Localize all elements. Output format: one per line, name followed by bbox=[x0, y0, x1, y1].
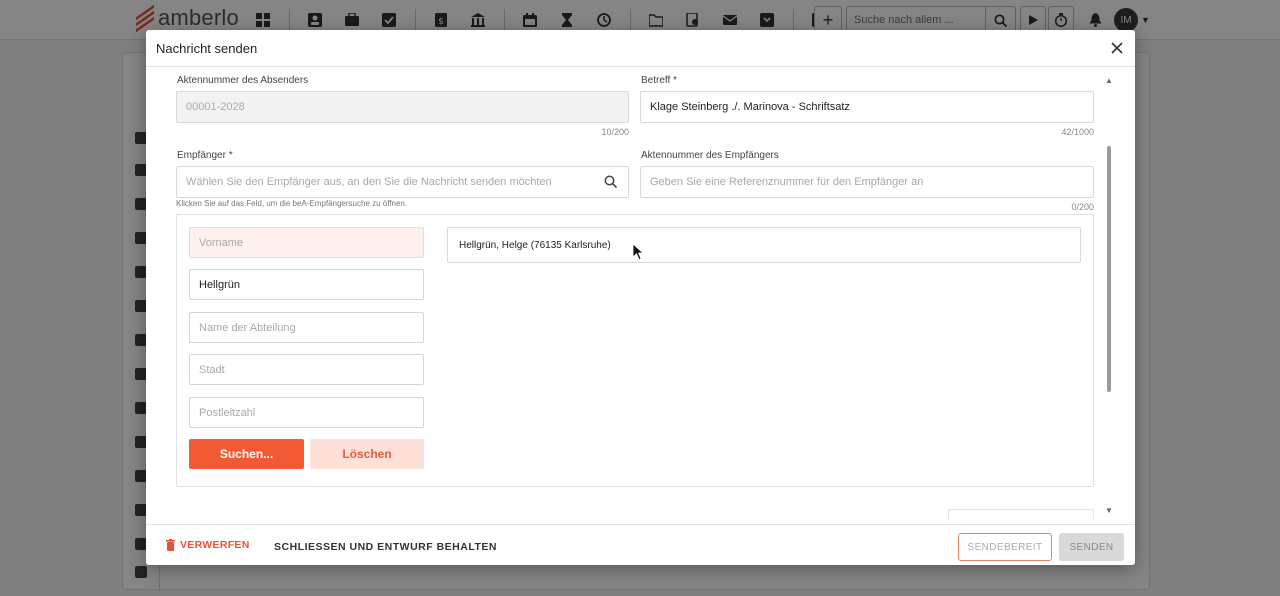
recipient-search-field[interactable]: Wählen Sie den Empfänger aus, an den Sie… bbox=[176, 166, 629, 198]
close-dialog-button[interactable] bbox=[1107, 38, 1127, 58]
recipient-ref-input[interactable]: Geben Sie eine Referenznummer für den Em… bbox=[640, 166, 1094, 198]
zip-input[interactable]: Postleitzahl bbox=[189, 397, 424, 428]
search-result-item[interactable]: Hellgrün, Helge (76135 Karlsruhe) bbox=[447, 227, 1081, 263]
scrollbar-thumb[interactable] bbox=[1107, 146, 1111, 392]
send-button[interactable]: SENDEN bbox=[1059, 533, 1124, 561]
subject-label: Betreff * bbox=[641, 75, 677, 86]
recipient-placeholder: Wählen Sie den Empfänger aus, an den Sie… bbox=[186, 176, 552, 188]
city-input[interactable]: Stadt bbox=[189, 354, 424, 385]
subject-counter: 42/1000 bbox=[1061, 127, 1094, 137]
recipient-hint: Klicken Sie auf das Feld, um die beA-Emp… bbox=[176, 199, 408, 208]
window-edge bbox=[1272, 0, 1280, 596]
recipient-ref-label: Aktennummer des Empfängers bbox=[641, 150, 779, 161]
sender-file-field: 00001-2028 bbox=[176, 91, 629, 123]
lastname-input[interactable]: Hellgrün bbox=[189, 269, 424, 300]
close-keep-draft-button[interactable]: SCHLIESSEN UND ENTWURF BEHALTEN bbox=[274, 541, 497, 553]
firstname-input[interactable]: Vorname bbox=[189, 227, 424, 258]
dialog-title: Nachricht senden bbox=[156, 41, 258, 56]
close-icon bbox=[1111, 42, 1123, 54]
discard-label: VERWERFEN bbox=[180, 539, 250, 551]
department-input[interactable]: Name der Abteilung bbox=[189, 312, 424, 343]
recipient-ref-counter: 0/200 bbox=[1071, 202, 1094, 212]
search-icon[interactable] bbox=[604, 175, 618, 189]
ready-to-send-button[interactable]: SENDEBEREIT bbox=[958, 533, 1052, 561]
send-message-dialog: Nachricht senden Aktennummer des Absende… bbox=[146, 30, 1135, 565]
clear-button[interactable]: Löschen bbox=[310, 439, 424, 469]
dialog-scrollbar[interactable]: ▲ ▼ bbox=[1104, 76, 1114, 516]
subject-input[interactable]: Klage Steinberg ./. Marinova - Schriftsa… bbox=[640, 91, 1094, 123]
sender-file-label: Aktennummer des Absenders bbox=[177, 75, 309, 86]
dialog-footer: VERWERFEN SCHLIESSEN UND ENTWURF BEHALTE… bbox=[146, 524, 1135, 565]
trash-icon bbox=[166, 539, 175, 551]
scroll-down-icon[interactable]: ▼ bbox=[1105, 506, 1113, 515]
scroll-up-icon[interactable]: ▲ bbox=[1105, 76, 1113, 85]
recipient-label: Empfänger * bbox=[177, 150, 233, 161]
dialog-header: Nachricht senden bbox=[146, 30, 1135, 67]
partial-field bbox=[948, 509, 1094, 519]
discard-button[interactable]: VERWERFEN bbox=[166, 539, 250, 551]
search-button[interactable]: Suchen... bbox=[189, 439, 304, 469]
mouse-cursor-icon bbox=[632, 243, 644, 261]
sender-file-counter: 10/200 bbox=[601, 127, 629, 137]
